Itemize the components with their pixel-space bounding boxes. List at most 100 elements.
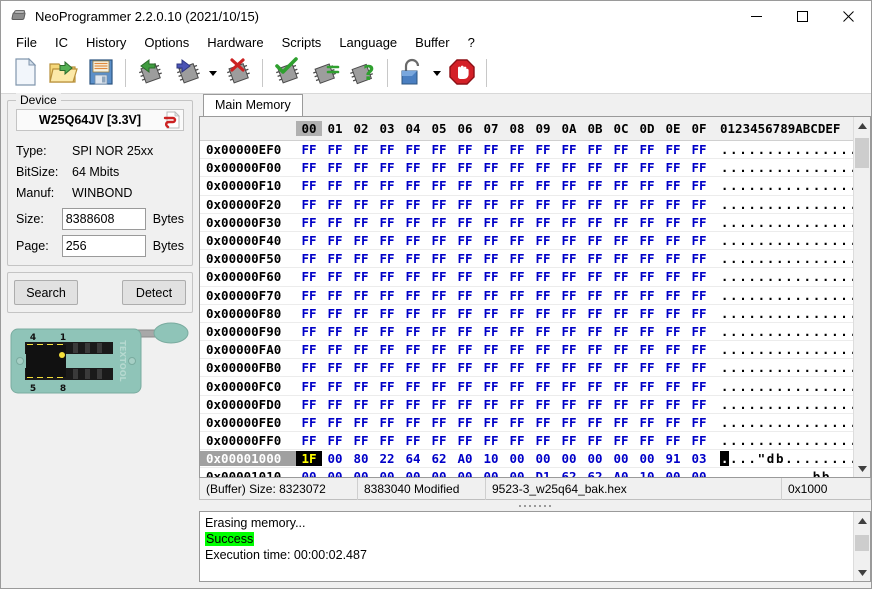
hex-ascii-cell[interactable]: .	[729, 360, 738, 375]
hex-row-ascii[interactable]: ................	[720, 360, 853, 375]
hex-ascii-cell[interactable]: .	[748, 215, 757, 230]
hex-byte-cell[interactable]: FF	[582, 360, 608, 375]
hex-ascii-cell[interactable]: .	[775, 342, 784, 357]
hex-byte-cell[interactable]: 00	[530, 451, 556, 466]
hex-ascii-cell[interactable]: .	[812, 215, 821, 230]
hex-byte-cell[interactable]: FF	[400, 178, 426, 193]
hex-byte-cell[interactable]: FF	[634, 197, 660, 212]
hex-ascii-cell[interactable]: .	[784, 342, 793, 357]
hex-byte-cell[interactable]: FF	[634, 342, 660, 357]
hex-ascii-cell[interactable]: .	[757, 251, 766, 266]
hex-byte-cell[interactable]: FF	[686, 360, 712, 375]
hex-byte-cell[interactable]: FF	[660, 324, 686, 339]
hex-byte-cell[interactable]: FF	[322, 306, 348, 321]
hex-byte-cell[interactable]: FF	[348, 415, 374, 430]
hex-ascii-cell[interactable]: .	[738, 160, 747, 175]
hex-ascii-cell[interactable]: .	[812, 379, 821, 394]
hex-ascii-cell[interactable]: .	[821, 233, 830, 248]
hex-byte-cell[interactable]: FF	[556, 215, 582, 230]
hex-byte-cell[interactable]: FF	[426, 215, 452, 230]
hex-ascii-cell[interactable]: .	[729, 415, 738, 430]
hex-ascii-cell[interactable]: .	[803, 160, 812, 175]
hex-byte-cell[interactable]: FF	[634, 160, 660, 175]
log-scroll-down-button[interactable]	[854, 564, 870, 581]
hex-byte-cell[interactable]: FF	[582, 269, 608, 284]
maximize-button[interactable]	[779, 1, 825, 31]
hex-ascii-cell[interactable]: .	[784, 469, 793, 477]
hex-ascii-cell[interactable]: .	[794, 415, 803, 430]
hex-ascii-cell[interactable]: .	[830, 288, 839, 303]
hex-byte-cell[interactable]: FF	[660, 379, 686, 394]
detect-chip-button[interactable]: ?	[344, 55, 382, 91]
hex-byte-cell[interactable]: FF	[530, 142, 556, 157]
hex-byte-cell[interactable]: FF	[426, 142, 452, 157]
hex-byte-cell[interactable]: FF	[374, 360, 400, 375]
hex-ascii-cell[interactable]: .	[729, 324, 738, 339]
hex-ascii-cell[interactable]: .	[821, 269, 830, 284]
hex-byte-cell[interactable]: FF	[608, 288, 634, 303]
hex-byte-cell[interactable]: FF	[400, 215, 426, 230]
hex-ascii-cell[interactable]: .	[738, 288, 747, 303]
hex-byte-cell[interactable]: FF	[400, 342, 426, 357]
hex-col-header-0C[interactable]: 0C	[608, 121, 634, 136]
hex-byte-cell[interactable]: FF	[686, 324, 712, 339]
hex-ascii-cell[interactable]: .	[803, 324, 812, 339]
hex-ascii-cell[interactable]: .	[784, 251, 793, 266]
hex-byte-cell[interactable]: FF	[504, 269, 530, 284]
hex-byte-cell[interactable]: FF	[686, 269, 712, 284]
scroll-down-button[interactable]	[854, 460, 870, 477]
hex-byte-cell[interactable]: FF	[504, 251, 530, 266]
hex-byte-cell[interactable]: FF	[504, 306, 530, 321]
hex-row[interactable]: 0x00001000 1F 00 80 22 64 62 A0 10 00 00 00 00 00 00 91…	[200, 450, 853, 469]
verify-chip-button[interactable]	[268, 55, 306, 91]
hex-ascii-cell[interactable]: .	[720, 251, 729, 266]
hex-ascii-cell[interactable]: .	[766, 251, 775, 266]
hex-byte-cell[interactable]: FF	[478, 233, 504, 248]
hex-row-ascii[interactable]: ..........bb....	[720, 469, 853, 477]
hex-byte-cell[interactable]: FF	[426, 306, 452, 321]
hex-ascii-cell[interactable]: .	[821, 415, 830, 430]
hex-byte-cell[interactable]: FF	[686, 197, 712, 212]
hex-ascii-cell[interactable]: .	[812, 397, 821, 412]
hex-ascii-cell[interactable]: .	[729, 342, 738, 357]
hex-ascii-cell[interactable]: .	[729, 469, 738, 477]
hex-byte-cell[interactable]: FF	[634, 397, 660, 412]
hex-ascii-cell[interactable]: .	[729, 178, 738, 193]
hex-row-ascii[interactable]: ................	[720, 397, 853, 412]
hex-byte-cell[interactable]: FF	[322, 324, 348, 339]
hex-ascii-cell[interactable]: .	[738, 451, 747, 466]
hex-byte-cell[interactable]: FF	[608, 142, 634, 157]
hex-ascii-cell[interactable]: .	[748, 379, 757, 394]
hex-byte-cell[interactable]: 00	[322, 469, 348, 477]
hex-ascii-cell[interactable]: .	[830, 324, 839, 339]
hex-byte-cell[interactable]: FF	[504, 433, 530, 448]
hex-byte-cell[interactable]: FF	[452, 142, 478, 157]
hex-byte-cell[interactable]: FF	[478, 433, 504, 448]
hex-byte-cell[interactable]: FF	[296, 288, 322, 303]
hex-ascii-cell[interactable]: .	[766, 397, 775, 412]
hex-ascii-cell[interactable]: .	[803, 142, 812, 157]
hex-ascii-cell[interactable]: b	[775, 451, 784, 466]
hex-byte-cell[interactable]: FF	[504, 415, 530, 430]
hex-ascii-cell[interactable]: .	[748, 306, 757, 321]
hex-byte-cell[interactable]: FF	[374, 160, 400, 175]
hex-row[interactable]: 0x00000EF0 FF FF FF FF FF FF FF FF FF FF FF FF FF FF FF…	[200, 141, 853, 160]
hex-byte-cell[interactable]: FF	[504, 178, 530, 193]
hex-col-header-00[interactable]: 00	[296, 121, 322, 136]
hex-byte-cell[interactable]: FF	[660, 306, 686, 321]
hex-byte-cell[interactable]: FF	[608, 233, 634, 248]
hex-ascii-cell[interactable]: d	[766, 451, 775, 466]
hex-row-ascii[interactable]: ................	[720, 324, 853, 339]
hex-byte-cell[interactable]: FF	[504, 233, 530, 248]
hex-ascii-cell[interactable]: .	[830, 397, 839, 412]
hex-byte-cell[interactable]: FF	[452, 379, 478, 394]
hex-ascii-cell[interactable]: .	[839, 306, 848, 321]
hex-ascii-cell[interactable]: .	[839, 379, 848, 394]
hex-ascii-cell[interactable]: .	[748, 433, 757, 448]
hex-byte-cell[interactable]: FF	[322, 160, 348, 175]
hex-ascii-cell[interactable]: .	[738, 342, 747, 357]
hex-byte-cell[interactable]: FF	[348, 215, 374, 230]
hex-byte-cell[interactable]: FF	[452, 197, 478, 212]
scroll-thumb[interactable]	[855, 138, 869, 168]
hex-ascii-cell[interactable]: .	[812, 178, 821, 193]
